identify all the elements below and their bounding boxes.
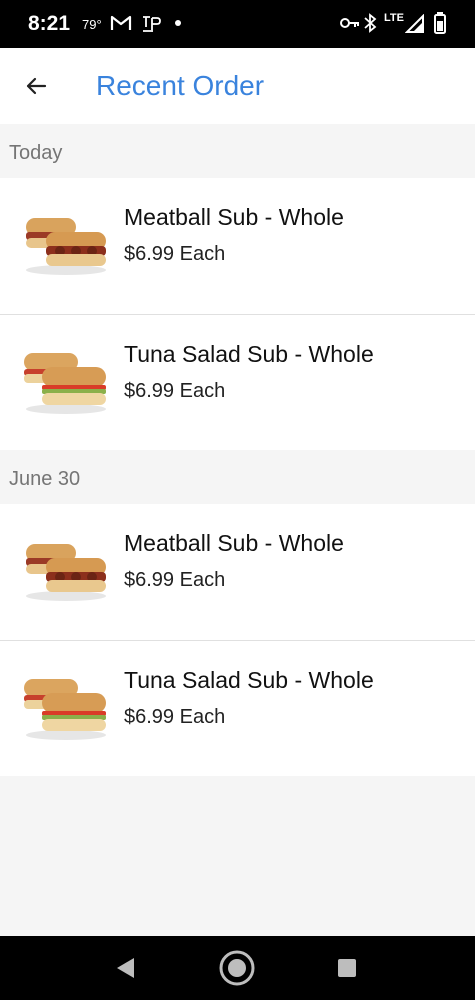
tuna-sub-image — [20, 673, 112, 743]
vpn-key-icon — [340, 16, 360, 35]
bluetooth-icon — [363, 13, 377, 38]
network-type: LTE — [384, 12, 404, 24]
item-name: Tuna Salad Sub - Whole — [124, 341, 374, 367]
item-price: $6.99 Each — [124, 243, 226, 265]
nav-recents-icon[interactable] — [337, 958, 357, 983]
tuna-sub-image — [20, 347, 112, 417]
item-name: Meatball Sub - Whole — [124, 204, 344, 230]
arrow-left-icon — [26, 77, 47, 95]
list-item[interactable]: Tuna Salad Sub - Whole $6.99 Each — [0, 640, 475, 776]
meatball-sub-image — [20, 536, 112, 606]
item-name: Meatball Sub - Whole — [124, 530, 344, 556]
page-title: Recent Order — [96, 70, 265, 101]
back-button[interactable] — [18, 68, 54, 104]
status-time: 8:21 — [28, 12, 71, 35]
nav-back-icon[interactable] — [114, 956, 136, 985]
gmail-icon — [110, 14, 132, 37]
item-price: $6.99 Each — [124, 706, 226, 728]
item-price: $6.99 Each — [124, 380, 226, 402]
order-history-list: Today Meatball Sub - Whole $6.99 Each Tu… — [0, 124, 475, 776]
list-item[interactable]: Tuna Salad Sub - Whole $6.99 Each — [0, 314, 475, 450]
list-item[interactable]: Meatball Sub - Whole $6.99 Each — [0, 178, 475, 314]
list-item[interactable]: Meatball Sub - Whole $6.99 Each — [0, 504, 475, 640]
item-price: $6.99 Each — [124, 569, 226, 591]
signal-icon — [404, 13, 425, 39]
status-temperature: 79° — [82, 17, 102, 32]
app-bar: Recent Order — [0, 48, 475, 124]
item-name: Tuna Salad Sub - Whole — [124, 667, 374, 693]
battery-icon — [434, 12, 446, 39]
notification-dot-icon — [175, 20, 181, 26]
status-bar: 8:21 79° LTE — [0, 0, 475, 48]
meatball-sub-image — [20, 210, 112, 280]
section-header-june-30: June 30 — [0, 450, 475, 504]
nav-home-icon[interactable] — [218, 949, 256, 992]
section-header-today: Today — [0, 124, 475, 178]
system-nav-bar — [0, 936, 475, 1000]
app-notification-icon — [140, 13, 162, 40]
